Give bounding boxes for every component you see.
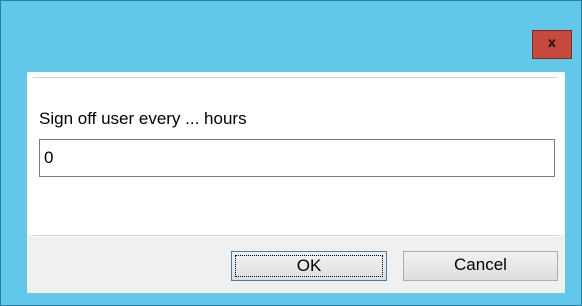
bottom-separator [33, 235, 558, 237]
cancel-button-label: Cancel [454, 255, 507, 274]
cancel-button[interactable]: Cancel [403, 251, 558, 281]
hours-input[interactable] [39, 139, 555, 177]
button-area: OK Cancel [27, 235, 565, 293]
dialog-window: x Sign off user every ... hours OK Cance… [0, 0, 582, 306]
dialog-client-area: Sign off user every ... hours OK Cancel [27, 72, 565, 293]
close-icon: x [547, 36, 557, 51]
top-separator [33, 77, 558, 79]
prompt-label: Sign off user every ... hours [39, 109, 247, 128]
ok-button[interactable]: OK [231, 251, 387, 281]
close-button[interactable]: x [532, 30, 572, 59]
ok-button-label: OK [235, 255, 383, 277]
